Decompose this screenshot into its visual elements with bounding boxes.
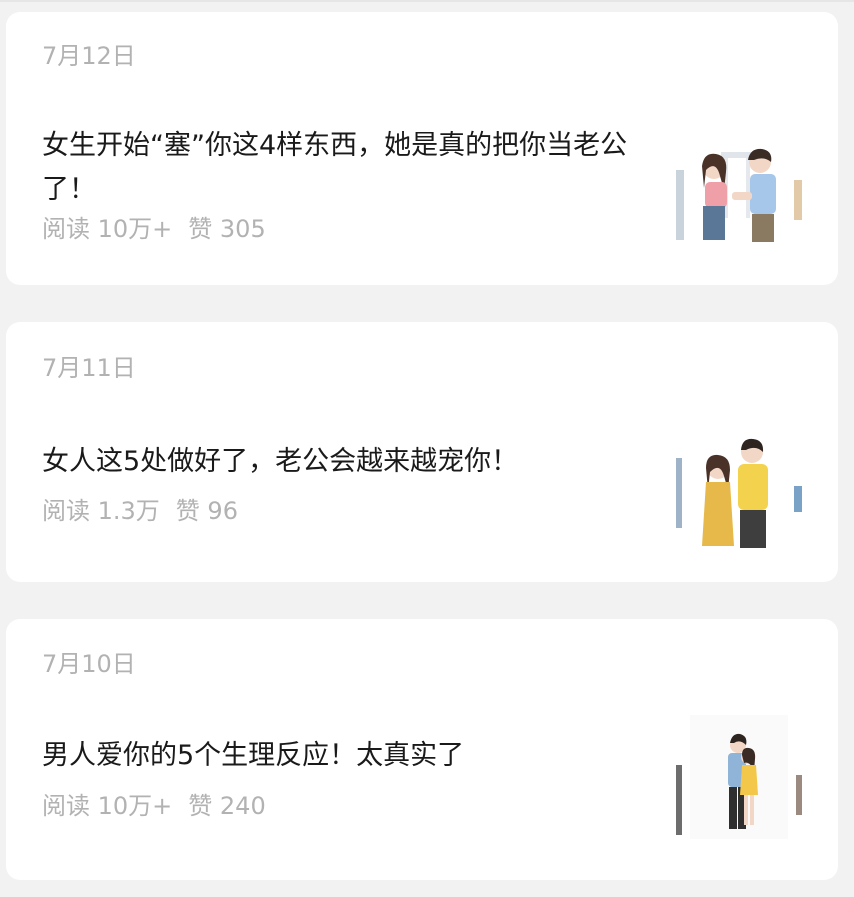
read-count: 阅读 10万+ — [42, 792, 173, 820]
like-count: 赞 240 — [188, 792, 266, 820]
article-card-0[interactable]: 7月12日 女生开始“塞”你这4样东西，她是真的把你当老公了！ 阅读 10万+ 赞… — [6, 12, 838, 285]
article-title[interactable]: 女生开始“塞”你这4样东西，她是真的把你当老公了！ — [42, 124, 642, 212]
article-stats: 阅读 10万+ 赞 240 — [42, 790, 266, 822]
like-count: 赞 305 — [188, 215, 266, 243]
article-date: 7月11日 — [42, 354, 136, 382]
article-date: 7月12日 — [42, 42, 136, 70]
article-card-2[interactable]: 7月10日 男人爱你的5个生理反应！太真实了 阅读 10万+ 赞 240 — [6, 619, 838, 880]
article-date: 7月10日 — [42, 650, 136, 678]
article-title[interactable]: 男人爱你的5个生理反应！太真实了 — [42, 734, 642, 778]
read-count: 阅读 10万+ — [42, 215, 173, 243]
couple-hug-illustration-icon[interactable] — [676, 715, 802, 839]
article-card-1[interactable]: 7月11日 女人这5处做好了，老公会越来越宠你！ 阅读 1.3万赞 96 — [6, 322, 838, 582]
article-stats: 阅读 10万+ 赞 305 — [42, 213, 266, 245]
like-count: 赞 96 — [175, 497, 238, 525]
read-count: 阅读 1.3万 — [42, 497, 160, 525]
article-title[interactable]: 女人这5处做好了，老公会越来越宠你！ — [42, 440, 642, 484]
article-stats: 阅读 1.3万赞 96 — [42, 495, 238, 527]
couple-pink-blue-illustration-icon[interactable] — [676, 130, 802, 260]
top-divider — [0, 0, 854, 2]
couple-yellow-illustration-icon[interactable] — [676, 428, 802, 548]
